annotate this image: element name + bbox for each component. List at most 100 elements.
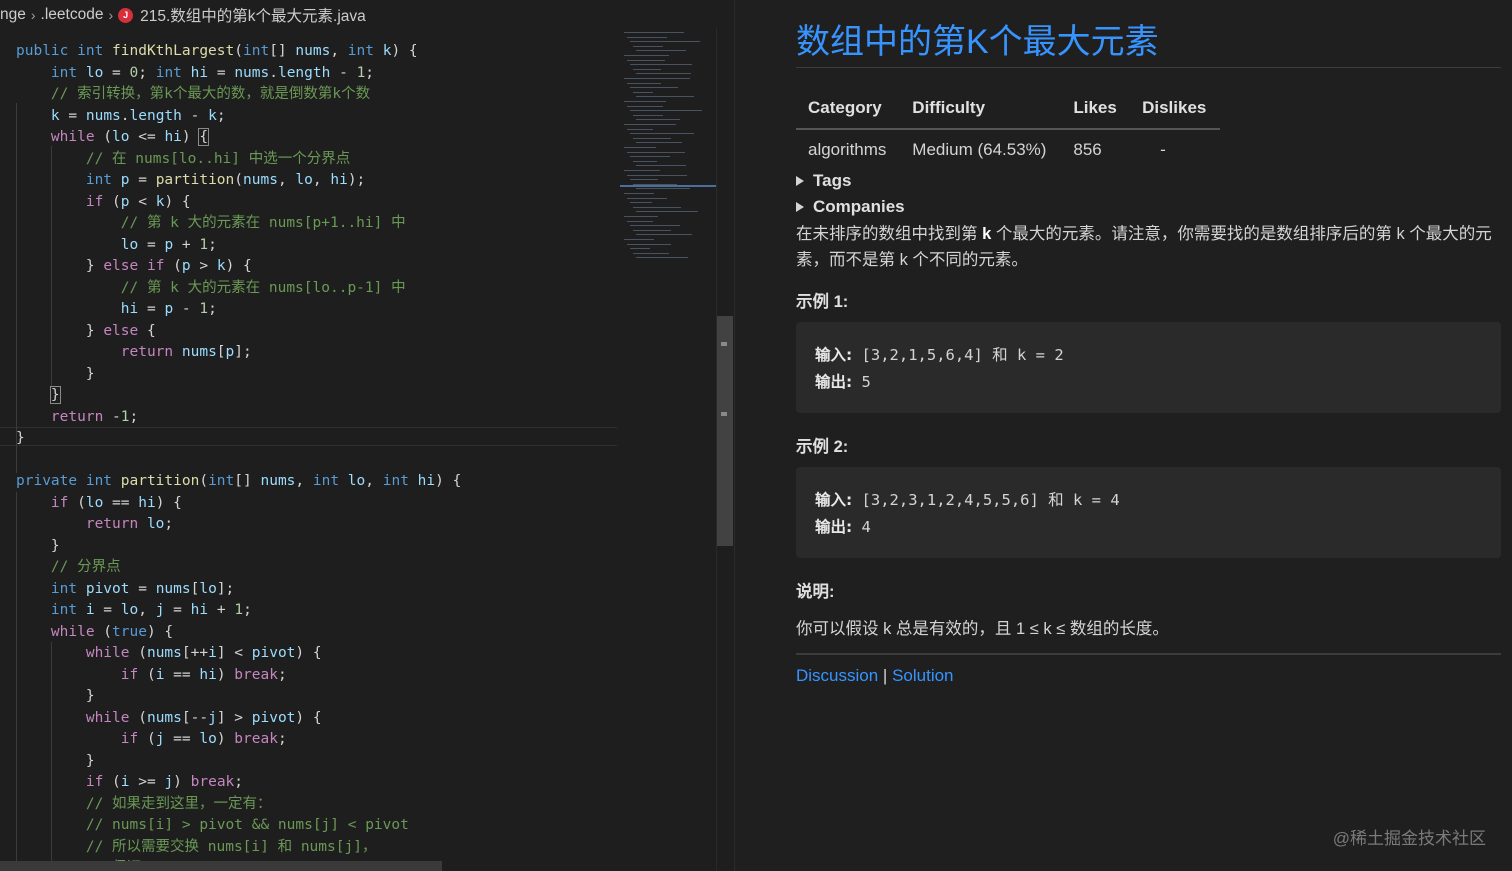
code-line[interactable]: hi = p - 1; [16, 299, 217, 321]
code-line[interactable]: while (true) { [16, 622, 173, 644]
code-line[interactable]: if (j == lo) break; [16, 729, 287, 751]
code-token: 1 [199, 301, 209, 317]
minimap-line [624, 124, 676, 125]
minimap-line [630, 110, 702, 112]
code-token: else if [103, 258, 165, 274]
code-line[interactable]: private int partition(int[] nums, int lo… [16, 471, 461, 493]
code-token: ] > [216, 709, 252, 726]
minimap-line [630, 179, 658, 181]
code-line[interactable]: } [16, 751, 95, 773]
code-token: int [85, 473, 121, 489]
code-token: p [181, 258, 191, 274]
code-token: [] [234, 473, 261, 489]
code-line[interactable]: public int findKthLargest(int[] nums, in… [16, 41, 418, 63]
code-line[interactable]: if (i >= j) break; [16, 772, 243, 794]
code-token: ; [277, 666, 287, 683]
code-token: j [164, 774, 174, 790]
code-line[interactable]: } [16, 428, 25, 450]
code-line[interactable]: k = nums.length - k; [16, 106, 226, 128]
code-token: ) { [146, 623, 174, 640]
code-line[interactable]: } [16, 686, 95, 708]
output-label: 输出: [815, 373, 853, 391]
minimap-viewport[interactable] [620, 185, 716, 187]
desc-k: k [982, 225, 992, 243]
companies-toggle[interactable]: Companies [796, 197, 905, 217]
code-line[interactable]: int lo = 0; int hi = nums.length - 1; [16, 63, 374, 85]
code-line[interactable]: return -1; [16, 407, 138, 429]
example-1-output: 输出: 5 [815, 369, 1501, 396]
triangle-right-icon [796, 202, 804, 212]
code-token: lo [120, 236, 139, 253]
code-line[interactable]: int pivot = nums[lo]; [16, 579, 234, 601]
code-token: int [50, 580, 86, 597]
breadcrumb-folder[interactable]: nge [0, 6, 26, 24]
code-token: ; [164, 516, 174, 532]
minimap-line [633, 91, 653, 93]
code-token: ) { [295, 709, 322, 726]
discussion-link[interactable]: Discussion [796, 666, 878, 685]
solution-link[interactable]: Solution [892, 666, 953, 685]
code-line[interactable]: // 第 k 大的元素在 nums[p+1..hi] 中 [16, 213, 406, 235]
code-line[interactable]: } [16, 364, 95, 386]
chevron-right-icon: › [30, 7, 36, 23]
code-line[interactable]: // 所以需要交换 nums[i] 和 nums[j]， [16, 837, 377, 859]
output-value: 5 [852, 373, 871, 391]
code-line[interactable]: while (nums[++i] < pivot) { [16, 643, 322, 665]
code-token: == [103, 494, 139, 511]
code-line[interactable]: return nums[p]; [16, 342, 252, 364]
code-editor[interactable]: nge › .leetcode › J 215.数组中的第k个最大元素.java… [0, 0, 734, 871]
code-token: ) [181, 129, 200, 145]
code-line[interactable]: int p = partition(nums, lo, hi); [16, 170, 365, 192]
code-line[interactable]: // nums[i] > pivot && nums[j] < pivot [16, 815, 409, 837]
code-token: >= [129, 774, 165, 790]
code-line[interactable]: // 如果走到这里，一定有： [16, 794, 272, 816]
code-token: } [16, 365, 95, 382]
tags-label: Tags [813, 171, 852, 190]
code-line[interactable]: // 分界点 [16, 557, 121, 579]
code-line[interactable]: } [16, 385, 61, 407]
code-token: length [129, 107, 182, 124]
code-token: ; [243, 602, 252, 618]
code-token: ) [173, 774, 191, 790]
current-line-highlight [0, 427, 617, 446]
code-line[interactable]: lo = p + 1; [16, 235, 217, 257]
minimap-line [636, 188, 690, 190]
code-token: partition [155, 172, 235, 188]
code-line[interactable]: // 索引转换，第k个最大的数，就是倒数第k个数 [16, 84, 370, 106]
code-line[interactable]: return lo; [16, 514, 173, 536]
code-token: nums [146, 645, 182, 661]
code-area[interactable]: public int findKthLargest(int[] nums, in… [0, 41, 617, 871]
minimap-line [627, 59, 665, 61]
code-token: . [120, 107, 130, 124]
tags-toggle[interactable]: Tags [796, 171, 851, 191]
minimap[interactable] [620, 28, 716, 288]
code-token: length [277, 64, 331, 81]
code-token: // 所以需要交换 nums[i] 和 nums[j]， [85, 838, 377, 855]
code-line[interactable]: // 在 nums[lo..hi] 中选一个分界点 [16, 149, 350, 171]
code-line[interactable]: // 第 k 大的元素在 nums[lo..p-1] 中 [16, 278, 406, 300]
code-token: pivot [251, 645, 296, 661]
code-line[interactable]: } else { [16, 321, 156, 343]
horizontal-scrollbar-thumb[interactable] [0, 861, 442, 871]
code-line[interactable]: while (lo <= hi) { [16, 127, 210, 149]
breadcrumb-file[interactable]: 215.数组中的第k个最大元素.java [140, 4, 366, 26]
code-line[interactable]: } else if (p > k) { [16, 256, 252, 278]
code-line[interactable]: int i = lo, j = hi + 1; [16, 600, 252, 622]
code-line[interactable]: if (i == hi) break; [16, 665, 287, 687]
code-token: , [295, 473, 313, 489]
code-line[interactable]: } [16, 536, 60, 558]
code-line[interactable]: while (nums[--j] > pivot) { [16, 708, 322, 730]
code-token: , [277, 172, 296, 188]
breadcrumb-folder-leetcode[interactable]: .leetcode [41, 6, 104, 24]
table-row: algorithms Medium (64.53%) 856 - [796, 129, 1220, 166]
code-line[interactable]: if (p < k) { [16, 192, 191, 214]
chevron-right-icon: › [108, 7, 114, 23]
code-line[interactable]: if (lo == hi) { [16, 493, 182, 515]
vertical-scrollbar-thumb[interactable] [717, 316, 733, 546]
code-token: findKthLargest [112, 43, 235, 59]
watermark: @稀土掘金技术社区 [1332, 829, 1486, 848]
code-token: else [103, 322, 139, 339]
